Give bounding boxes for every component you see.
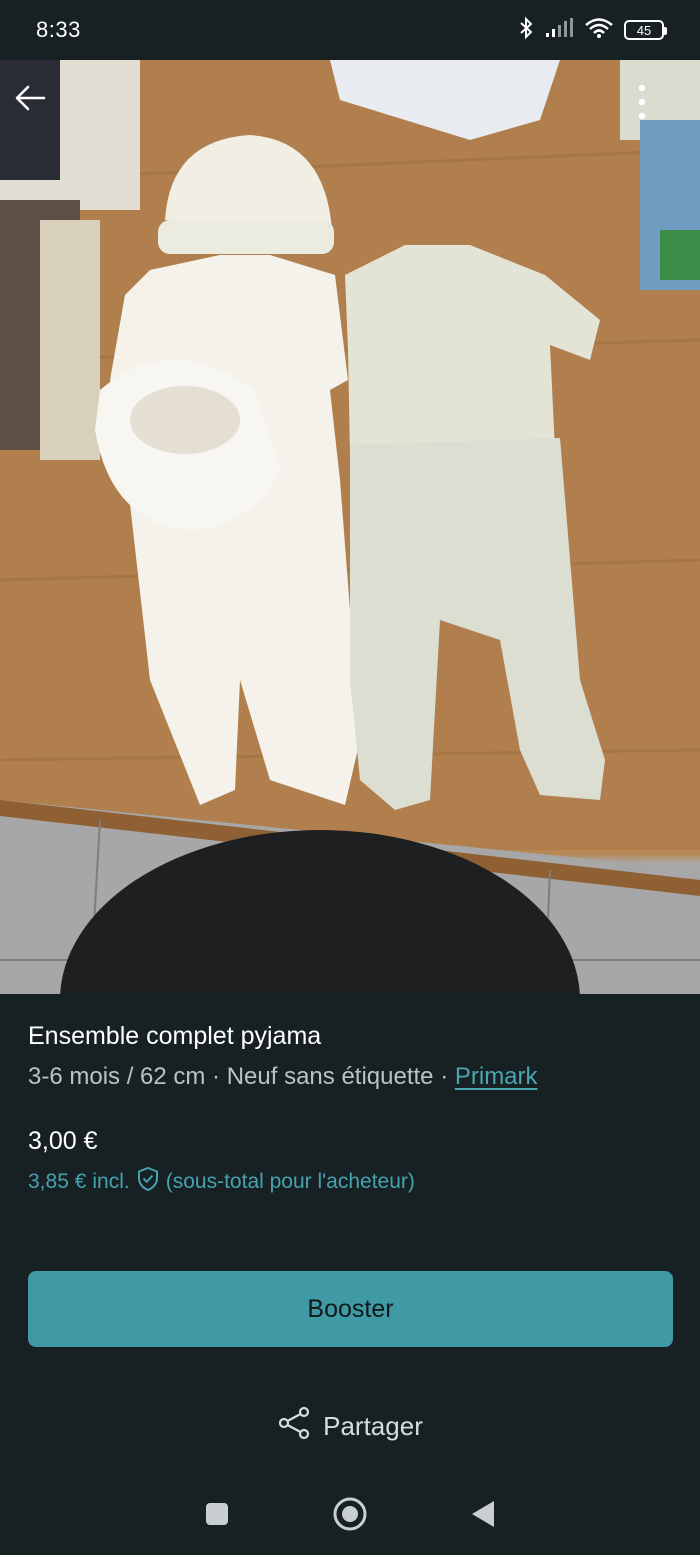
home-button[interactable] xyxy=(326,1493,374,1541)
bluetooth-icon xyxy=(518,16,534,45)
listing-meta: 3-6 mois / 62 cm · Neuf sans étiquette ·… xyxy=(28,1063,672,1091)
total-incl-label: incl. xyxy=(92,1170,130,1193)
total-note: (sous-total pour l'acheteur) xyxy=(165,1170,415,1193)
system-nav-bar xyxy=(0,1478,700,1555)
shield-check-icon xyxy=(136,1166,160,1198)
home-circle-icon xyxy=(332,1496,368,1537)
battery-level: 45 xyxy=(636,22,652,38)
status-bar: 8:33 45 xyxy=(0,0,700,60)
back-nav-button[interactable] xyxy=(459,1493,507,1541)
triangle-back-icon xyxy=(470,1499,496,1534)
battery-icon: 45 xyxy=(624,20,667,40)
price-with-protection[interactable]: 3,85 € incl. (sous-total pour l'acheteur… xyxy=(28,1166,672,1198)
listing-size: 3-6 mois / 62 cm xyxy=(28,1063,206,1090)
meta-separator: · xyxy=(205,1063,227,1090)
booster-label: Booster xyxy=(307,1294,394,1323)
share-label: Partager xyxy=(323,1410,423,1441)
photo-illustration xyxy=(0,60,700,994)
listing-condition: Neuf sans étiquette xyxy=(226,1063,434,1090)
brand-link[interactable]: Primark xyxy=(455,1063,538,1090)
recents-button[interactable] xyxy=(193,1493,241,1541)
product-photo[interactable] xyxy=(0,60,700,994)
listing-info: Ensemble complet pyjama 3-6 mois / 62 cm… xyxy=(28,1022,672,1198)
listing-price: 3,00 € xyxy=(28,1127,98,1155)
signal-icon xyxy=(544,17,574,43)
status-time: 8:33 xyxy=(36,17,81,42)
share-button[interactable]: Partager xyxy=(0,1400,700,1452)
booster-button[interactable]: Booster xyxy=(28,1271,673,1347)
wifi-icon xyxy=(584,17,614,44)
listing-title: Ensemble complet pyjama xyxy=(28,1022,322,1050)
square-icon xyxy=(204,1501,230,1532)
listing-screen: 8:33 45 Ensemble complet pyjama 3-6 mois… xyxy=(0,0,700,1555)
share-icon xyxy=(277,1406,311,1447)
more-options-button[interactable] xyxy=(638,84,686,132)
meta-separator: · xyxy=(433,1063,455,1090)
total-price: 3,85 € xyxy=(28,1170,87,1193)
status-icons: 45 xyxy=(518,16,667,45)
back-button[interactable] xyxy=(14,84,62,132)
